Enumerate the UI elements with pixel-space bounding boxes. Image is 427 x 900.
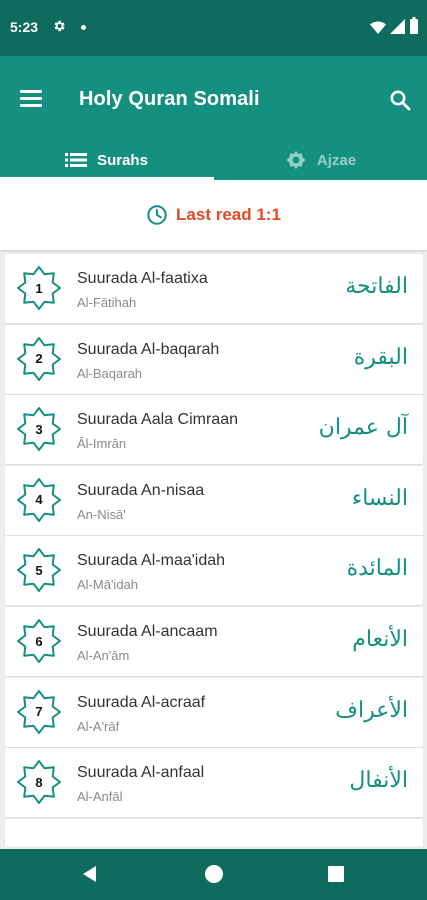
surah-transliteration: Al-Mā'idah [77, 577, 139, 593]
list-icon [65, 153, 88, 167]
wifi-icon [370, 21, 386, 34]
surah-number: 4 [35, 492, 43, 508]
surah-row[interactable]: 8 Suurada Al-anfaal Al-Anfāl الأنفال [5, 748, 423, 818]
surah-number: 3 [35, 421, 43, 437]
surah-number: 1 [35, 280, 43, 296]
surah-name: Suurada Al-maa'idah [77, 552, 226, 570]
surah-row[interactable]: 7 Suurada Al-acraaf Al-A'rāf الأعراف [5, 677, 423, 747]
surah-number: 8 [35, 774, 43, 790]
surah-name: Suurada Al-faatixa [77, 270, 208, 287]
surah-row[interactable]: 2 Suurada Al-baqarah Al-Baqarah البقرة [5, 324, 423, 394]
surah-arabic-name: الأنفال [349, 768, 408, 794]
surah-list[interactable]: 1 Suurada Al-faatixa Al-Fātihah الفاتحة 2 Suu… [0, 254, 427, 846]
clock-icon [147, 205, 167, 225]
system-nav-bar [0, 849, 427, 900]
surah-transliteration: An-Nisā' [77, 506, 126, 522]
tab-ajzae[interactable]: Ajzae [214, 140, 427, 180]
surah-name: Suurada Al-baqarah [77, 340, 220, 358]
surah-number: 5 [35, 562, 43, 578]
cell-signal-icon [390, 19, 405, 34]
surah-arabic-name: المائدة [346, 556, 408, 582]
surah-row[interactable]: 1 Suurada Al-faatixa Al-Fātihah الفاتحة [5, 254, 423, 323]
surah-number: 6 [35, 633, 43, 649]
home-icon[interactable] [205, 865, 223, 883]
recents-icon[interactable] [328, 866, 344, 882]
status-time: 5:23 [10, 19, 39, 35]
surah-transliteration: Āl-Imrān [77, 436, 127, 452]
menu-icon[interactable] [20, 90, 42, 108]
tab-surahs[interactable]: Surahs [0, 140, 213, 180]
notification-dot-icon [81, 25, 86, 30]
surah-transliteration: Al-Anfāl [77, 789, 123, 805]
back-icon[interactable] [81, 865, 99, 883]
surah-transliteration: Al-A'rāf [77, 718, 120, 734]
sun-icon [286, 150, 306, 170]
surah-transliteration: Al-Fātihah [77, 295, 137, 310]
surah-arabic-name: آل عمران [318, 415, 408, 441]
surah-row[interactable]: 6 Suurada Al-ancaam Al-An'ām الأنعام [5, 607, 423, 676]
surah-number: 7 [35, 704, 43, 720]
surah-name: Suurada An-nisaa [77, 481, 205, 499]
surah-name: Suurada Al-ancaam [77, 623, 218, 640]
surah-arabic-name: الأعراف [335, 697, 408, 723]
search-icon[interactable] [388, 88, 412, 112]
surah-name: Suurada Aala Cimraan [77, 411, 238, 429]
tab-surahs-label: Surahs [97, 151, 148, 169]
surah-arabic-name: النساء [351, 485, 408, 511]
surah-row[interactable]: 4 Suurada An-nisaa An-Nisā' النساء [5, 465, 423, 535]
surah-name: Suurada Al-acraaf [77, 693, 206, 711]
surah-row[interactable]: 5 Suurada Al-maa'idah Al-Mā'idah المائدة [5, 536, 423, 606]
settings-notification-icon [54, 20, 65, 32]
app-bar: Holy Quran Somali Surahs Ajzae [0, 56, 427, 180]
surah-row-partial[interactable] [5, 818, 423, 846]
last-read-label: Last read 1:1 [176, 205, 281, 224]
surah-arabic-name: البقرة [353, 344, 408, 370]
tab-ajzae-label: Ajzae [316, 151, 357, 169]
last-read-button[interactable]: Last read 1:1 [0, 180, 427, 250]
surah-number: 2 [35, 351, 43, 367]
surah-transliteration: Al-Baqarah [77, 365, 143, 381]
surah-name: Suurada Al-anfaal [77, 764, 205, 782]
surah-arabic-name: الفاتحة [345, 274, 408, 299]
surah-row[interactable]: 3 Suurada Aala Cimraan Āl-Imrān آل عمران [5, 395, 423, 465]
surah-transliteration: Al-An'ām [77, 648, 130, 663]
surah-arabic-name: الأنعام [352, 627, 408, 652]
status-bar: 5:23 [0, 0, 427, 56]
page-title: Holy Quran Somali [79, 88, 260, 110]
battery-icon [410, 17, 418, 34]
